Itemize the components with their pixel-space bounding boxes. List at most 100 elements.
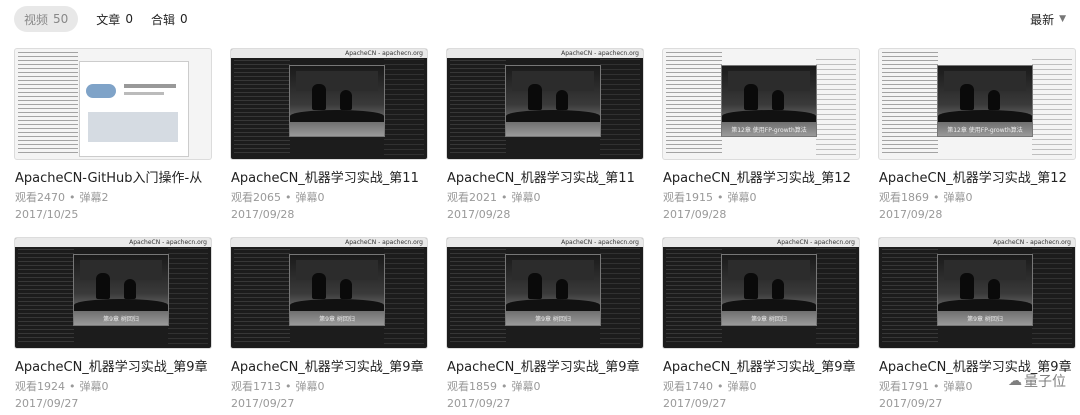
tab-collections[interactable]: 合辑 0 xyxy=(151,6,188,32)
figure-silhouette xyxy=(312,84,326,110)
webpage-preview xyxy=(79,61,189,157)
danmaku-count: 弹幕0 xyxy=(511,191,541,204)
tab-videos[interactable]: 视频 50 xyxy=(14,6,79,32)
slide-header-text: ApacheCN - apachecn.org xyxy=(993,239,1071,246)
slide-caption: 第9章 树回归 xyxy=(535,316,571,323)
view-count: 观看2021 xyxy=(447,191,497,204)
chevron-down-icon: ▼ xyxy=(1059,14,1066,24)
figure-silhouette xyxy=(744,273,758,299)
figure-silhouette xyxy=(772,90,784,110)
video-stats: 观看1924 • 弹幕0 xyxy=(15,378,109,394)
video-card[interactable]: ApacheCN - apachecn.org 第9章 树回归 ApacheCN_机… xyxy=(446,237,662,415)
tab-count: 50 xyxy=(53,12,69,26)
upload-date: 2017/09/27 xyxy=(663,397,727,410)
video-thumbnail[interactable]: ApacheCN - apachecn.org xyxy=(230,48,428,160)
video-title[interactable]: ApacheCN_机器学习实战_第9章 xyxy=(663,356,873,375)
image-placeholder xyxy=(88,112,178,142)
danmaku-count: 弹幕0 xyxy=(295,191,325,204)
danmaku-count: 弹幕0 xyxy=(295,380,325,393)
upload-date: 2017/09/27 xyxy=(15,397,79,410)
sort-dropdown[interactable]: 最新 ▼ xyxy=(1030,7,1066,31)
upload-date: 2017/09/28 xyxy=(447,208,511,221)
danmaku-count: 弹幕0 xyxy=(727,191,757,204)
video-thumbnail[interactable]: 第12章 使用FP-growth算法 xyxy=(662,48,860,160)
slide-hill xyxy=(290,110,384,122)
video-title[interactable]: ApacheCN_机器学习实战_第11 xyxy=(447,167,657,186)
slide-hill xyxy=(938,299,1032,311)
video-card[interactable]: 第12章 使用FP-growth算法 ApacheCN_机器学习实战_第12 观看1… xyxy=(662,48,878,237)
wechat-icon: ☁ xyxy=(1008,373,1022,389)
slide-header: ApacheCN - apachecn.org xyxy=(231,238,427,247)
video-stats: 观看1859 • 弹幕0 xyxy=(447,378,541,394)
danmaku-count: 弹幕0 xyxy=(943,380,973,393)
video-thumbnail[interactable]: 第12章 使用FP-growth算法 xyxy=(878,48,1076,160)
video-stats: 观看2021 • 弹幕0 xyxy=(447,189,541,205)
video-thumbnail[interactable]: ApacheCN - apachecn.org 第9章 树回归 xyxy=(662,237,860,349)
video-card[interactable]: ApacheCN - apachecn.org 第9章 树回归 ApacheCN_机… xyxy=(662,237,878,415)
video-stats: 观看1713 • 弹幕0 xyxy=(231,378,325,394)
slide-hill xyxy=(938,110,1032,122)
figure-silhouette xyxy=(556,90,568,110)
video-card[interactable]: 第12章 使用FP-growth算法 ApacheCN_机器学习实战_第12 观看1… xyxy=(878,48,1080,237)
figure-silhouette xyxy=(340,279,352,299)
video-card[interactable]: ApacheCN - apachecn.org 第9章 树回归 ApacheCN_机… xyxy=(14,237,230,415)
video-title[interactable]: ApacheCN_机器学习实战_第9章 xyxy=(447,356,657,375)
video-thumbnail[interactable] xyxy=(14,48,212,160)
separator-dot: • xyxy=(69,380,76,393)
view-count: 观看1713 xyxy=(231,380,281,393)
video-thumbnail[interactable]: ApacheCN - apachecn.org 第9章 树回归 xyxy=(230,237,428,349)
upload-date: 2017/09/27 xyxy=(879,397,943,410)
video-thumbnail[interactable]: ApacheCN - apachecn.org 第9章 树回归 xyxy=(446,237,644,349)
code-lines xyxy=(450,241,506,345)
video-stats: 观看1740 • 弹幕0 xyxy=(663,378,757,394)
slide-header-text: ApacheCN - apachecn.org xyxy=(561,50,639,57)
view-count: 观看1740 xyxy=(663,380,713,393)
slide-hill xyxy=(74,299,168,311)
slide-sky xyxy=(296,71,378,91)
video-card[interactable]: ApacheCN - apachecn.org ApacheCN_机器学习实战_第… xyxy=(230,48,446,237)
logo-shape xyxy=(86,84,116,98)
slide-header-text: ApacheCN - apachecn.org xyxy=(777,239,855,246)
video-title[interactable]: ApacheCN_机器学习实战_第11 xyxy=(231,167,441,186)
figure-silhouette xyxy=(988,90,1000,110)
video-stats: 观看2065 • 弹幕0 xyxy=(231,189,325,205)
slide-image xyxy=(289,65,385,137)
figure-silhouette xyxy=(960,84,974,110)
tab-articles[interactable]: 文章 0 xyxy=(96,6,133,32)
tab-count: 0 xyxy=(125,12,133,26)
text-line xyxy=(124,92,164,95)
slide-image: 第9章 树回归 xyxy=(73,254,169,326)
view-count: 观看1924 xyxy=(15,380,65,393)
video-card[interactable]: ApacheCN - apachecn.org ApacheCN_机器学习实战_第… xyxy=(446,48,662,237)
video-title[interactable]: ApacheCN_机器学习实战_第9章 xyxy=(231,356,441,375)
slide-header: ApacheCN - apachecn.org xyxy=(231,49,427,58)
video-title[interactable]: ApacheCN_机器学习实战_第12 xyxy=(663,167,873,186)
separator-dot: • xyxy=(285,191,292,204)
slide-header: ApacheCN - apachecn.org xyxy=(447,238,643,247)
slide-header: ApacheCN - apachecn.org xyxy=(447,49,643,58)
slide-header: ApacheCN - apachecn.org xyxy=(663,238,859,247)
figure-silhouette xyxy=(772,279,784,299)
video-thumbnail[interactable]: ApacheCN - apachecn.org 第9章 树回归 xyxy=(14,237,212,349)
video-title[interactable]: ApacheCN_机器学习实战_第9章 xyxy=(15,356,225,375)
code-lines xyxy=(168,248,208,345)
video-card[interactable]: ApacheCN-GitHub入门操作-从 观看2470 • 弹幕2 2017/10/2… xyxy=(14,48,230,237)
view-count: 观看2470 xyxy=(15,191,65,204)
upload-date: 2017/09/28 xyxy=(879,208,943,221)
video-stats: 观看2470 • 弹幕2 xyxy=(15,189,109,205)
slide-image: 第9章 树回归 xyxy=(721,254,817,326)
video-title[interactable]: ApacheCN-GitHub入门操作-从 xyxy=(15,167,225,186)
code-lines xyxy=(882,52,938,156)
code-lines xyxy=(234,52,290,156)
video-thumbnail[interactable]: ApacheCN - apachecn.org 第9章 树回归 xyxy=(878,237,1076,349)
separator-dot: • xyxy=(717,191,724,204)
figure-silhouette xyxy=(960,273,974,299)
video-thumbnail[interactable]: ApacheCN - apachecn.org xyxy=(446,48,644,160)
video-card[interactable]: ApacheCN - apachecn.org 第9章 树回归 ApacheCN_机… xyxy=(230,237,446,415)
watermark: ☁ 量子位 xyxy=(1008,371,1066,391)
slide-image: 第12章 使用FP-growth算法 xyxy=(937,65,1033,137)
upload-date: 2017/10/25 xyxy=(15,208,79,221)
danmaku-count: 弹幕2 xyxy=(79,191,109,204)
slide-image: 第12章 使用FP-growth算法 xyxy=(721,65,817,137)
video-title[interactable]: ApacheCN_机器学习实战_第12 xyxy=(879,167,1080,186)
